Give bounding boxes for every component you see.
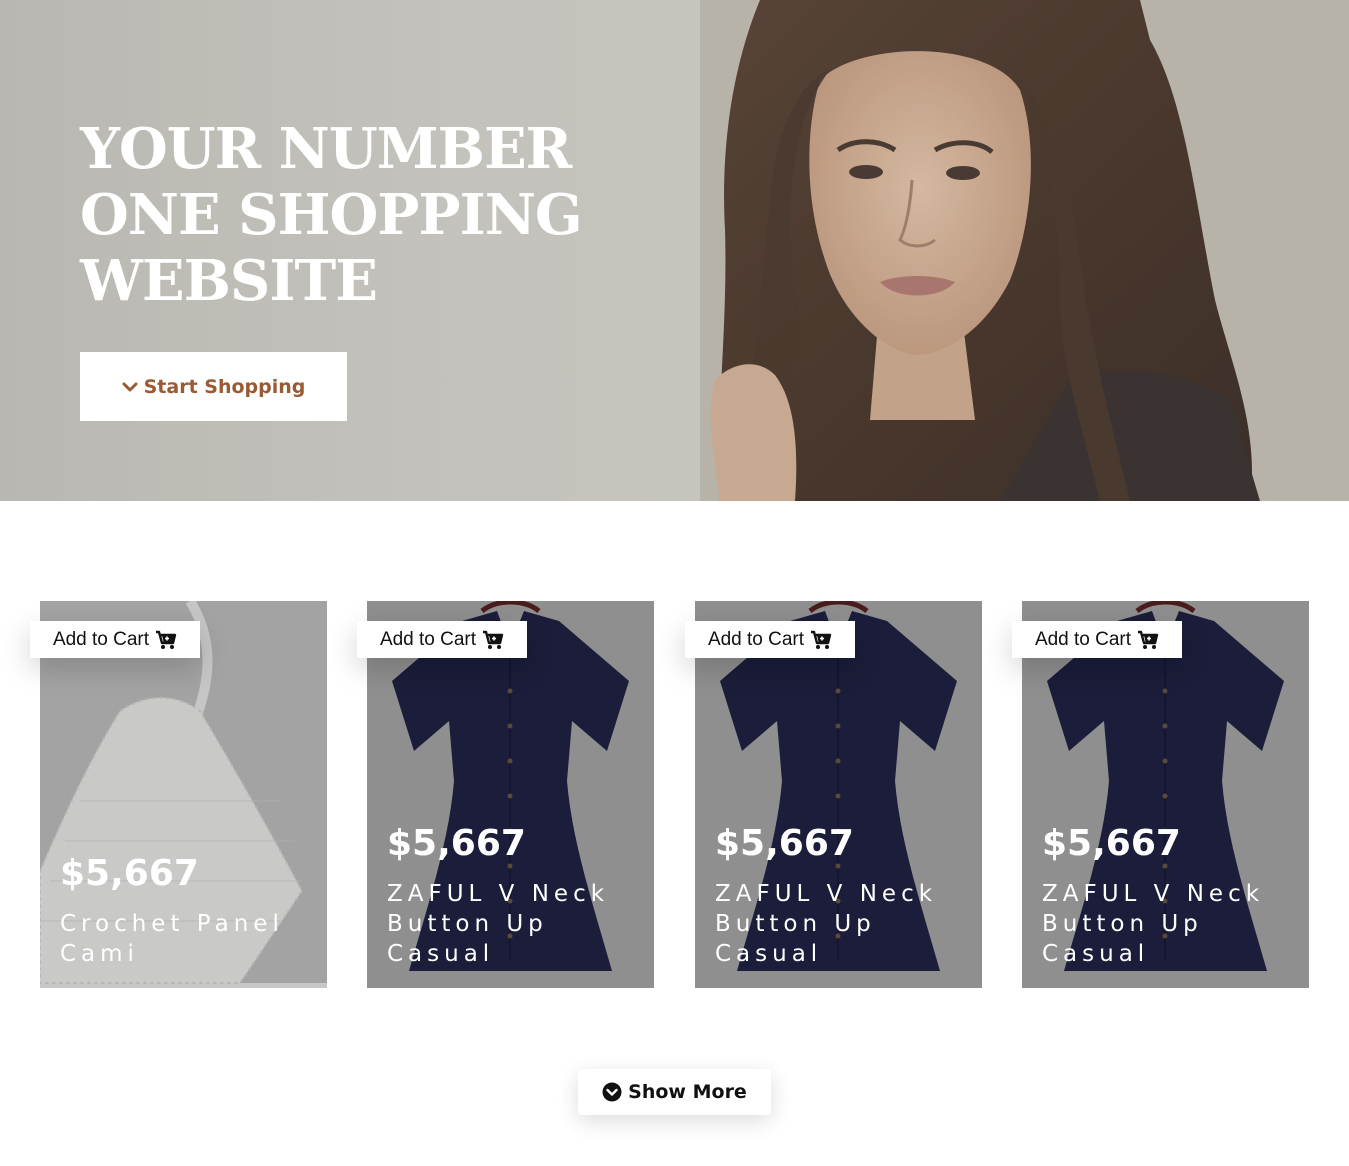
product-name: ZAFUL V Neck Button Up Casual (1042, 881, 1265, 967)
cart-plus-icon (811, 630, 832, 649)
hero-banner: YOUR NUMBER ONE SHOPPING WEBSITE Start S… (0, 0, 1349, 501)
start-shopping-button[interactable]: Start Shopping (80, 352, 347, 421)
start-shopping-label: Start Shopping (143, 375, 306, 398)
product-price: $5,667 (1042, 823, 1181, 864)
add-to-cart-button[interactable]: Add to Cart (30, 621, 200, 658)
show-more-label: Show More (628, 1081, 747, 1103)
cart-plus-icon (1138, 630, 1159, 649)
product-price: $5,667 (387, 823, 526, 864)
product-price: $5,667 (60, 853, 199, 894)
product-price: $5,667 (715, 823, 854, 864)
product-card[interactable]: Add to Cart $5,667 ZAFUL V Neck Button U… (357, 601, 654, 988)
add-to-cart-label: Add to Cart (707, 628, 805, 650)
product-grid: Add to Cart $5,667 Crochet Panel Cami Ad… (0, 601, 1349, 991)
add-to-cart-label: Add to Cart (52, 628, 150, 650)
product-card[interactable]: Add to Cart $5,667 ZAFUL V Neck Button U… (685, 601, 982, 988)
product-card[interactable]: Add to Cart $5,667 Crochet Panel Cami (30, 601, 327, 988)
cart-plus-icon (483, 630, 504, 649)
cart-plus-icon (156, 630, 177, 649)
chevron-circle-down-icon (602, 1082, 622, 1102)
add-to-cart-button[interactable]: Add to Cart (1012, 621, 1182, 658)
product-card[interactable]: Add to Cart $5,667 ZAFUL V Neck Button U… (1012, 601, 1309, 988)
add-to-cart-button[interactable]: Add to Cart (685, 621, 855, 658)
product-name: Crochet Panel Cami (60, 911, 284, 967)
hero-title: YOUR NUMBER ONE SHOPPING WEBSITE (80, 116, 583, 314)
add-to-cart-button[interactable]: Add to Cart (357, 621, 527, 658)
add-to-cart-label: Add to Cart (379, 628, 477, 650)
product-name: ZAFUL V Neck Button Up Casual (715, 881, 938, 967)
chevron-down-icon (122, 382, 138, 391)
show-more-button[interactable]: Show More (578, 1069, 771, 1115)
product-name: ZAFUL V Neck Button Up Casual (387, 881, 610, 967)
add-to-cart-label: Add to Cart (1034, 628, 1132, 650)
